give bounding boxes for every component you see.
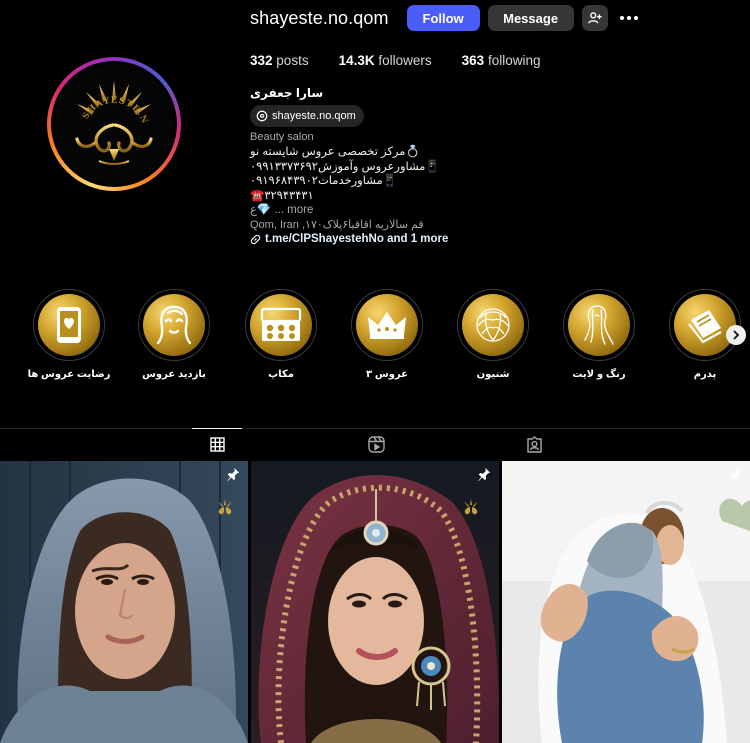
profile-full-name: سارا جعفری [250,86,324,100]
followers-stat[interactable]: 14.3K followers [339,53,432,68]
phone-heart-icon [57,307,81,343]
story-highlights: رضایت عروس ها بازدید عروس مکاپ عروس ۳ شن… [0,289,750,384]
shayeste-logo-icon: SHAYESTE.NO [55,65,153,165]
suggest-user-button[interactable] [581,5,608,31]
highlight-label: بازدید عروس [142,369,206,380]
tab-tagged[interactable] [509,428,559,460]
hair-bun-icon [476,308,510,342]
post-tile[interactable] [502,461,750,743]
bio-line: مرکز تخصصی عروس شایسته نو💍 [250,146,420,158]
highlight-item[interactable]: بازدید عروس [129,289,219,380]
bio-line: ☎️۳۲۹۴۳۴۳۱ [250,189,314,202]
pinned-icon [226,467,240,486]
grid-icon [209,437,225,452]
highlight-label: رضایت عروس ها [27,369,111,380]
profile-link[interactable]: t.me/ClPShayestehNo and 1 more [250,233,448,245]
reels-icon [367,435,385,453]
bio-line: مشاورخدمات۰۹۱۹۶۸۴۳۹۰۲📱 [250,175,397,188]
profile-avatar[interactable]: SHAYESTE.NO [47,57,181,191]
bio-more-line[interactable]: ع💎 ... more [250,203,440,218]
watermark-logo-icon [218,499,232,515]
highlight-label: پدرم [693,369,717,380]
posts-grid [0,461,750,743]
profile-tabs [0,428,750,460]
tab-posts[interactable] [192,428,242,460]
following-stat[interactable]: 363 following [462,53,541,68]
add-person-icon [587,12,602,24]
eyeshadow-palette-icon [260,307,302,341]
follow-button[interactable]: Follow [406,5,480,31]
highlight-item[interactable]: شنیون [448,289,538,380]
tagged-icon [526,435,542,453]
post-photo-bride-hug [502,461,750,743]
highlight-item[interactable]: عروس ۳ [342,289,432,380]
link-icon [250,234,261,244]
highlight-label: شنیون [476,369,510,380]
post-tile[interactable] [251,461,499,743]
post-photo-bride-before [0,461,248,743]
profile-username: shayeste.no.qom [250,7,389,28]
post-tile[interactable] [0,461,248,743]
crown-icon [368,312,406,339]
book-icon [688,310,722,344]
threads-handle: shayeste.no.qom [272,110,356,122]
profile-link-text: t.me/ClPShayestehNo and 1 more [265,233,449,245]
pinned-icon [477,467,491,486]
more-options-icon[interactable] [616,5,642,31]
bio-line: مشاورعروس وآموزش۰۹۹۱۳۳۷۳۶۹۲📱 [250,160,440,173]
bride-face-icon [156,305,192,345]
highlight-item[interactable]: مکاپ [236,289,326,380]
threads-badge[interactable]: shayeste.no.qom [250,105,364,127]
highlight-item[interactable]: رضایت عروس ها [24,289,114,380]
profile-address: Qom, Iran ,قم سالاریه اقاقیا۶پلاک۱۷۰ [250,219,424,231]
profile-category: Beauty salon [250,131,314,143]
highlights-next-button[interactable] [726,325,746,345]
profile-bio: مرکز تخصصی عروس شایسته نو💍 مشاورعروس وآمو… [250,145,440,218]
highlight-item[interactable]: رنگ و لایت [554,289,644,380]
profile-actions-row: shayeste.no.qom Follow Message [250,5,642,31]
highlight-label: عروس ۳ [366,369,408,380]
highlight-label: رنگ و لایت [572,369,626,380]
posts-stat: 332 posts [250,53,309,68]
threads-icon [256,110,268,122]
watermark-logo-icon [464,499,478,515]
message-button[interactable]: Message [487,5,574,31]
tab-reels[interactable] [351,428,401,460]
pinned-icon [728,467,742,486]
highlight-label: مکاپ [268,369,294,380]
chevron-right-icon [733,330,740,340]
hair-color-icon [584,305,614,345]
profile-stats: 332 posts 14.3K followers 363 following [250,53,540,68]
